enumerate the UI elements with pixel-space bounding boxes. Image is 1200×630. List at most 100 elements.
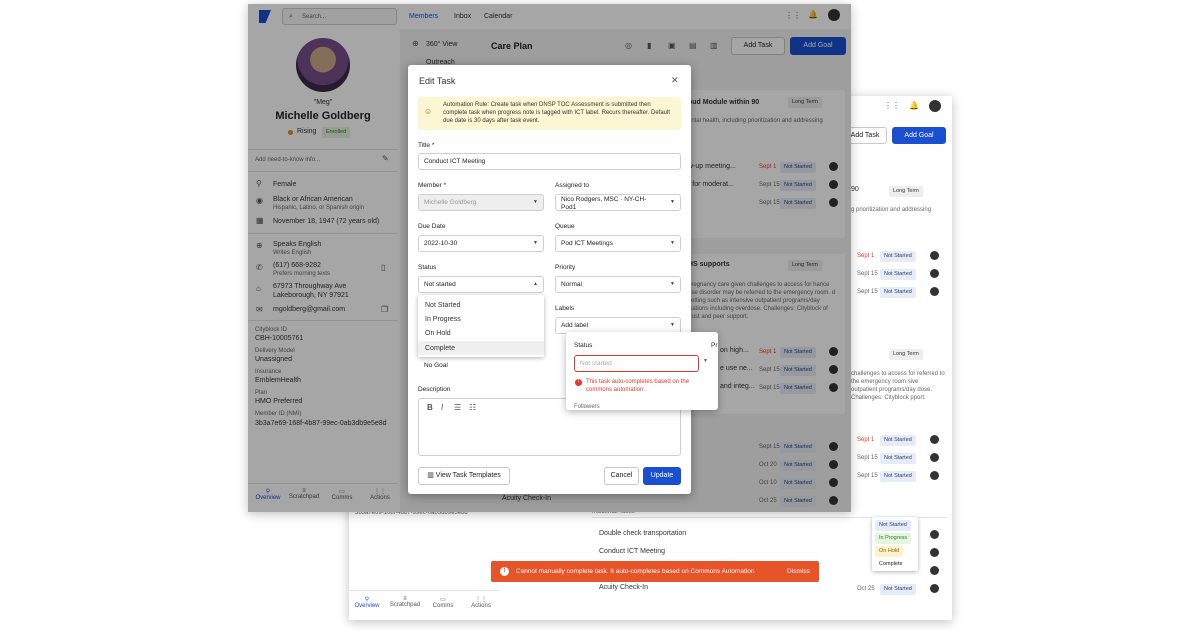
info-icon: ! <box>500 567 509 576</box>
templates-label: View Task Templates <box>435 472 501 479</box>
due-date-label: Due Date <box>418 223 446 230</box>
status-option-in-progress[interactable]: In Progress <box>425 316 461 323</box>
task-double-check[interactable]: Double check transportation <box>599 530 686 537</box>
goal-desc-2: challenges to access for referred to the… <box>851 371 945 401</box>
priority-select[interactable]: Normal ▼ <box>555 276 681 293</box>
numbered-list-icon[interactable]: ☷ <box>469 404 476 412</box>
status-pill[interactable]: Not Started <box>880 251 916 262</box>
option-in-progress[interactable]: In Progress <box>875 533 912 544</box>
popover-status-input[interactable]: Not started <box>574 355 699 372</box>
assigned-select[interactable]: Nico Rodgers, MSC · NY-CH-Pod1 ▼ <box>555 194 681 211</box>
description-label: Description <box>418 386 451 393</box>
assignee-avatar <box>930 287 939 296</box>
robot-icon: ☺ <box>424 107 433 116</box>
status-pill[interactable]: Not Started <box>880 471 916 482</box>
chat-icon: ▭ <box>440 597 446 603</box>
status-option-on-hold[interactable]: On Hold <box>425 330 451 337</box>
member-value: Michelle Goldberg <box>424 199 477 206</box>
task-acuity[interactable]: Acuity Check-In <box>599 584 648 591</box>
popover-pr-label: Pr <box>711 342 718 349</box>
status-select[interactable]: Not started ▲ <box>418 276 544 293</box>
chevron-down-icon: ▼ <box>670 240 675 246</box>
due-date: Sept 15 <box>857 455 878 461</box>
status-pill[interactable]: Not Started <box>880 269 916 280</box>
dismiss-button[interactable]: Dismiss <box>787 568 810 575</box>
popover-status-label: Status <box>574 342 593 349</box>
status-pill[interactable]: Not Started <box>880 287 916 298</box>
update-button[interactable]: Update <box>643 467 681 485</box>
automation-text: Automation Rule: Create task when DNSP T… <box>443 102 671 124</box>
popover-status-value: Not started <box>580 360 612 367</box>
avatar[interactable] <box>929 100 941 112</box>
error-text: This task auto-completes based on the co… <box>586 379 690 393</box>
assigned-value: Nico Rodgers, MSC · NY-CH-Pod1 <box>561 196 647 211</box>
modal-title: Edit Task <box>419 76 456 86</box>
nav-actions[interactable]: ⋮⋮ Actions <box>463 596 499 609</box>
assignee-avatar <box>930 471 939 480</box>
status-pill[interactable]: Not Started <box>880 435 916 446</box>
labels-value: Add label <box>561 322 589 329</box>
status-label: Status <box>418 264 437 271</box>
add-goal-button[interactable]: Add Goal <box>892 127 946 144</box>
queue-select[interactable]: Pod ICT Meetings ▼ <box>555 235 681 252</box>
status-pill[interactable]: Not Started <box>880 453 916 464</box>
book-icon: ▥ <box>427 472 436 479</box>
status-value: Not started <box>424 281 456 288</box>
italic-icon[interactable]: I <box>441 404 443 412</box>
view-templates-button[interactable]: ▥ View Task Templates <box>418 467 510 485</box>
assignee-avatar <box>930 251 939 260</box>
status-error-popover: Status Pr Not started ▼ ! This task auto… <box>566 332 718 410</box>
nav-comms[interactable]: ▭ Comms <box>425 596 461 609</box>
due-date: Oct 25 <box>857 586 875 592</box>
nav-overview[interactable]: ⚲ Overview <box>349 596 385 609</box>
toast-message: Cannot manually complete task. It auto-c… <box>516 568 755 575</box>
chevron-down-icon: ▼ <box>533 199 538 205</box>
nav-scratchpad[interactable]: ≡ Scratchpad <box>387 596 423 608</box>
option-complete[interactable]: Complete <box>875 559 907 570</box>
assignee-avatar <box>930 566 939 575</box>
assignee-avatar <box>930 548 939 557</box>
due-date: Sept 15 <box>857 473 878 479</box>
bullet-list-icon[interactable]: ☰ <box>454 404 461 412</box>
queue-value: Pod ICT Meetings <box>561 240 613 247</box>
task-conduct-ict[interactable]: Conduct ICT Meeting <box>599 548 665 555</box>
due-date-select[interactable]: 2022-10-30 ▼ <box>418 235 544 252</box>
assignee-avatar <box>930 530 939 539</box>
status-dropdown-back: Not Started In Progress On Hold Complete <box>872 517 918 571</box>
chevron-down-icon: ▼ <box>670 322 675 328</box>
due-date: Sept 15 <box>857 289 878 295</box>
member-select: Michelle Goldberg ▼ <box>418 194 544 211</box>
title-input[interactable]: Conduct ICT Meeting <box>418 153 681 170</box>
chevron-up-icon: ▲ <box>533 281 538 287</box>
due-date: Sept 1 <box>857 253 875 259</box>
queue-label: Queue <box>555 223 575 230</box>
automation-banner: ☺ Automation Rule: Create task when DNSP… <box>418 97 681 130</box>
bold-icon[interactable]: B <box>427 404 433 412</box>
apps-icon: ⋮⋮ <box>475 597 487 603</box>
bell-icon[interactable]: 🔔 <box>909 102 919 110</box>
long-term-badge-2: Long Term <box>889 349 923 360</box>
error-icon: ! <box>575 379 582 386</box>
option-not-started[interactable]: Not Started <box>875 520 911 531</box>
due-date: Sept 1 <box>857 437 875 443</box>
cancel-button[interactable]: Cancel <box>604 467 639 485</box>
labels-label: Labels <box>555 305 575 312</box>
goal-value: No Goal <box>424 362 448 369</box>
status-pill[interactable]: Not Started <box>880 584 916 595</box>
priority-value: Normal <box>561 281 582 288</box>
grid-icon[interactable]: ⋮⋮ <box>884 102 900 110</box>
member-label: Member * <box>418 182 447 189</box>
goal-select[interactable]: No Goal <box>418 357 544 374</box>
status-menu: Not Started In Progress On Hold Complete <box>418 295 544 357</box>
chevron-down-icon: ▼ <box>703 358 708 364</box>
option-on-hold[interactable]: On Hold <box>875 546 904 557</box>
priority-label: Priority <box>555 264 576 271</box>
assigned-label: Assigned to <box>555 182 589 189</box>
chevron-down-icon: ▼ <box>533 240 538 246</box>
chevron-down-icon: ▼ <box>670 281 675 287</box>
status-option-complete[interactable]: Complete <box>418 341 544 355</box>
followers-label: Followers <box>574 404 600 410</box>
close-icon[interactable]: ✕ <box>671 76 679 85</box>
status-option-not-started[interactable]: Not Started <box>425 302 460 309</box>
title-label: Title * <box>418 142 435 149</box>
